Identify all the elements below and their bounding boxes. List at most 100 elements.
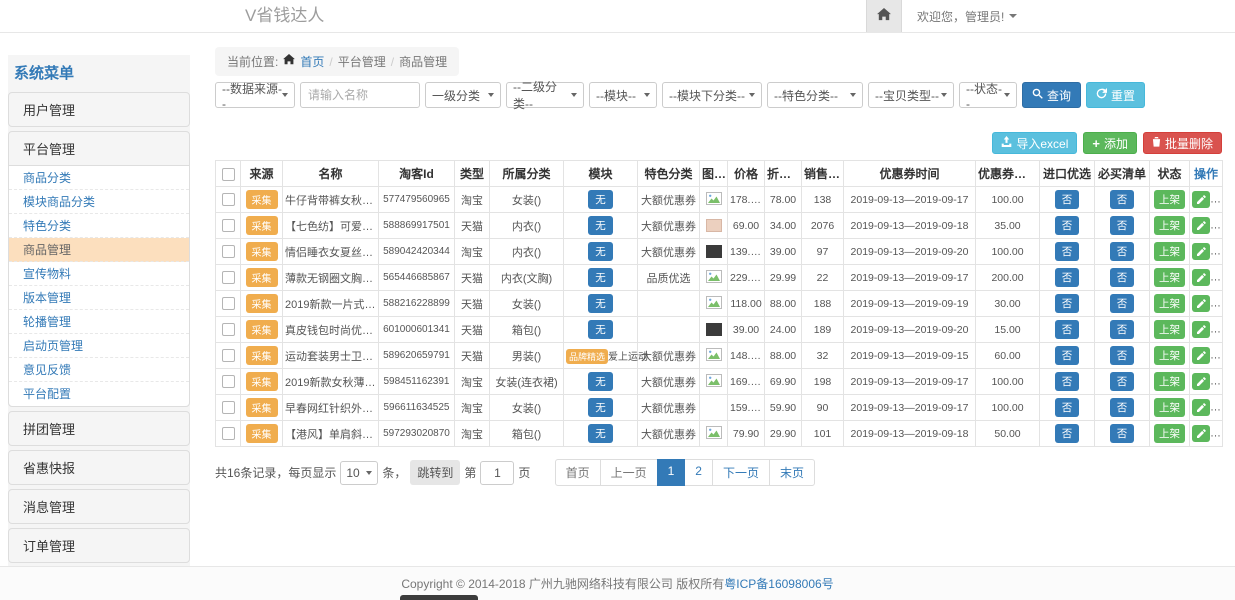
edit-button[interactable] [1192,373,1210,390]
status-button[interactable]: 上架 [1154,372,1185,391]
sidebar-section-header[interactable]: 平台管理 [9,132,189,165]
row-checkbox[interactable] [222,297,235,310]
import-select-toggle[interactable]: 否 [1055,346,1080,365]
must-buy-toggle[interactable]: 否 [1110,424,1135,443]
icp-link[interactable]: 粤ICP备16098006号 [724,575,833,592]
must-buy-toggle[interactable]: 否 [1110,190,1135,209]
sidebar-section-header[interactable]: 订单管理 [9,529,189,562]
module-badge[interactable]: 无 [588,268,613,287]
status-button[interactable]: 上架 [1154,320,1185,339]
batch-delete-button[interactable]: 批量删除 [1143,132,1222,154]
import-select-toggle[interactable]: 否 [1055,294,1080,313]
select-all-checkbox[interactable] [222,168,235,181]
import-select-toggle[interactable]: 否 [1055,268,1080,287]
pager-button-2[interactable]: 2 [684,459,713,486]
must-buy-toggle[interactable]: 否 [1110,372,1135,391]
sidebar-section-header[interactable]: 用户管理 [9,93,189,126]
per-page-select[interactable]: 10 [340,461,378,485]
status-button[interactable]: 上架 [1154,216,1185,235]
page-input[interactable] [480,461,514,485]
filter-source-select[interactable]: --数据来源-- [215,82,295,108]
pager-button-下一页[interactable]: 下一页 [712,459,770,486]
must-buy-toggle[interactable]: 否 [1110,346,1135,365]
row-checkbox[interactable] [222,427,235,440]
module-badge[interactable]: 无 [588,190,613,209]
row-checkbox[interactable] [222,219,235,232]
filter-name-input[interactable] [300,82,420,108]
sidebar-item[interactable]: 意见反馈 [9,358,189,382]
status-button[interactable]: 上架 [1154,346,1185,365]
import-select-toggle[interactable]: 否 [1055,242,1080,261]
import-select-toggle[interactable]: 否 [1055,190,1080,209]
module-badge[interactable]: 无 [588,216,613,235]
must-buy-toggle[interactable]: 否 [1110,216,1135,235]
must-buy-toggle[interactable]: 否 [1110,320,1135,339]
must-buy-toggle[interactable]: 否 [1110,294,1135,313]
status-button[interactable]: 上架 [1154,242,1185,261]
row-checkbox[interactable] [222,245,235,258]
pager-button-末页[interactable]: 末页 [769,459,815,486]
jump-button[interactable]: 跳转到 [410,460,460,485]
filter-select-6[interactable]: --状态-- [959,82,1017,108]
edit-button[interactable] [1192,347,1210,364]
edit-button[interactable] [1192,295,1210,312]
sidebar-item[interactable]: 版本管理 [9,286,189,310]
edit-button[interactable] [1192,243,1210,260]
sidebar-item[interactable]: 启动页管理 [9,334,189,358]
pager-button-1[interactable]: 1 [657,459,686,486]
pager-button-上一页[interactable]: 上一页 [600,459,658,486]
module-badge[interactable]: 无 [588,320,613,339]
filter-select-4[interactable]: --特色分类-- [767,82,863,108]
user-menu[interactable]: 欢迎您，管理员! [917,8,1017,25]
row-checkbox[interactable] [222,323,235,336]
status-button[interactable]: 上架 [1154,268,1185,287]
filter-select-0[interactable]: 一级分类 [425,82,501,108]
breadcrumb-home-link[interactable]: 首页 [300,53,324,70]
filter-select-3[interactable]: --模块下分类-- [662,82,762,108]
row-checkbox[interactable] [222,349,235,362]
sidebar-item[interactable]: 平台配置 [9,382,189,406]
sidebar-item[interactable]: 特色分类 [9,214,189,238]
sidebar-item[interactable]: 商品分类 [9,166,189,190]
sidebar-item[interactable]: 模块商品分类 [9,190,189,214]
import-excel-button[interactable]: 导入excel [992,132,1077,154]
edit-button[interactable] [1192,399,1210,416]
import-select-toggle[interactable]: 否 [1055,320,1080,339]
sidebar-item[interactable]: 宣传物料 [9,262,189,286]
row-checkbox[interactable] [222,375,235,388]
filter-select-2[interactable]: --模块-- [589,82,657,108]
edit-button[interactable] [1192,269,1210,286]
status-button[interactable]: 上架 [1154,190,1185,209]
module-badge[interactable]: 无 [588,424,613,443]
must-buy-toggle[interactable]: 否 [1110,398,1135,417]
row-checkbox[interactable] [222,271,235,284]
sidebar-item[interactable]: 轮播管理 [9,310,189,334]
row-checkbox[interactable] [222,193,235,206]
import-select-toggle[interactable]: 否 [1055,372,1080,391]
sidebar-section-header[interactable]: 拼团管理 [9,412,189,445]
add-button[interactable]: + 添加 [1083,132,1137,154]
sidebar-section-header[interactable]: 省惠快报 [9,451,189,484]
sidebar-section-header[interactable]: 消息管理 [9,490,189,523]
import-select-toggle[interactable]: 否 [1055,216,1080,235]
edit-button[interactable] [1192,425,1210,442]
edit-button[interactable] [1192,191,1210,208]
must-buy-toggle[interactable]: 否 [1110,268,1135,287]
reset-button[interactable]: 重置 [1086,82,1145,108]
module-badge[interactable]: 无 [588,372,613,391]
filter-select-5[interactable]: --宝贝类型-- [868,82,954,108]
module-badge[interactable]: 无 [588,398,613,417]
row-checkbox[interactable] [222,401,235,414]
edit-button[interactable] [1192,321,1210,338]
status-button[interactable]: 上架 [1154,398,1185,417]
sidebar-item[interactable]: 商品管理 [9,238,189,262]
must-buy-toggle[interactable]: 否 [1110,242,1135,261]
edit-button[interactable] [1192,217,1210,234]
filter-select-1[interactable]: --二级分类-- [506,82,584,108]
module-badge[interactable]: 无 [588,294,613,313]
query-button[interactable]: 查询 [1022,82,1081,108]
module-badge[interactable]: 无 [588,242,613,261]
import-select-toggle[interactable]: 否 [1055,424,1080,443]
pager-button-首页[interactable]: 首页 [555,459,601,486]
import-select-toggle[interactable]: 否 [1055,398,1080,417]
